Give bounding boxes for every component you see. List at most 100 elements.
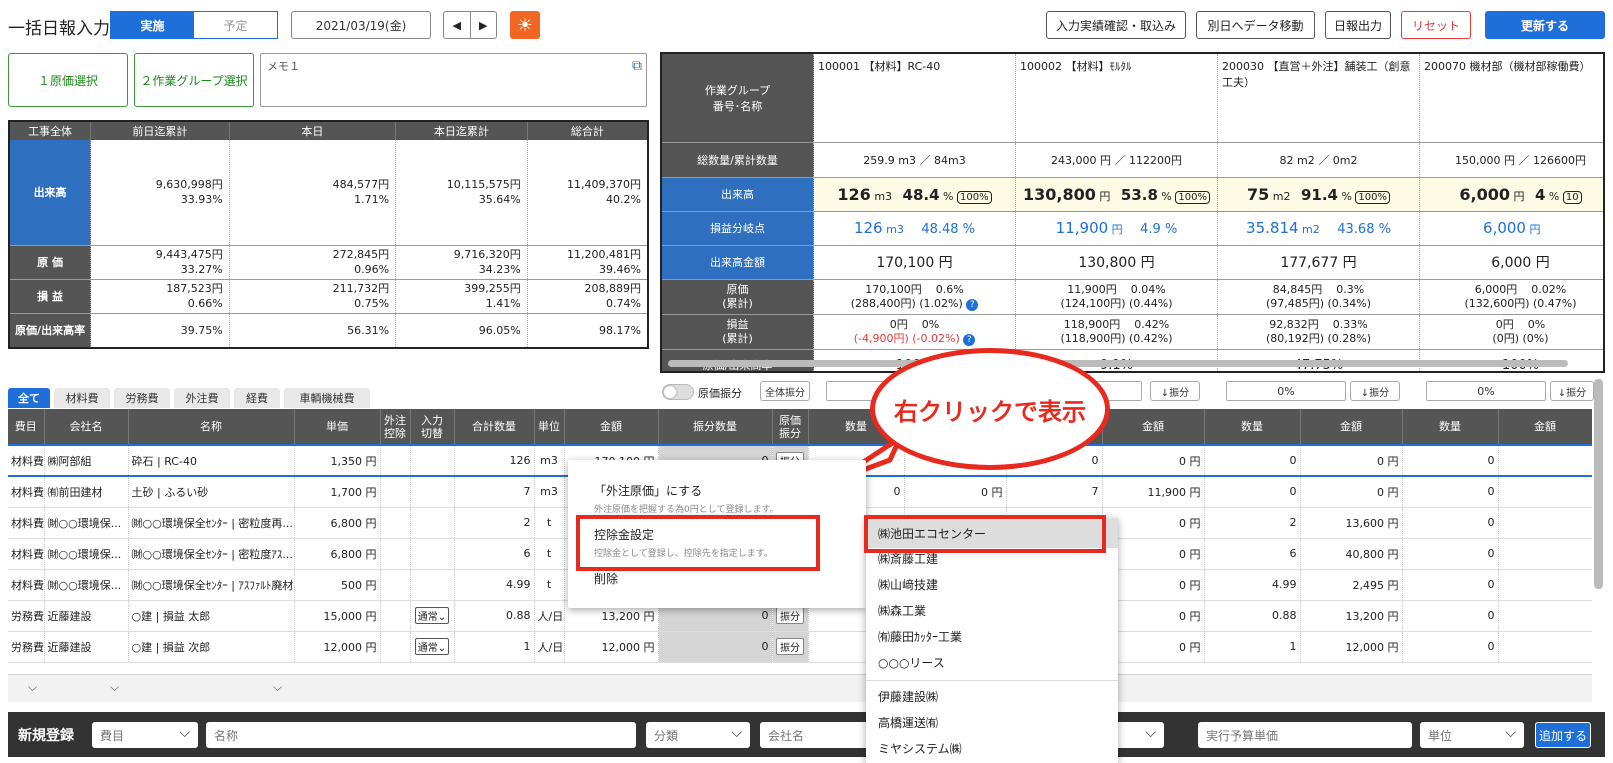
category-placeholder: 費目 [100,728,125,743]
group-select-button[interactable]: ２作業グループ選択 [134,53,254,107]
weather-sun-icon[interactable]: ☀ [510,11,540,39]
progress-pill[interactable]: 100% [1175,190,1210,204]
table-cell: 2 [1204,507,1301,539]
summary-cell: 9,716,320円 34.23% [395,245,528,280]
menu-item-outsourcing-cost[interactable]: 「外注原価」にする [594,482,702,499]
submenu-item[interactable]: ㈱山﨑技建 [878,576,938,593]
submenu-item[interactable]: ㈲藤田ｶｯﾀｰ工業 [878,628,962,645]
add-button[interactable]: 追加する [1535,722,1591,748]
category-select[interactable]: 費目 ⌵ [92,722,198,748]
filter-cat-chevron-icon[interactable]: ⌵ [28,680,37,695]
table-cell: 40,800 円 [1300,538,1403,570]
update-button[interactable]: 更新する [1485,11,1605,39]
alloc-button[interactable]: ↓振分 [1150,381,1200,401]
filter-name-chevron-icon[interactable]: ⌵ [273,680,282,695]
table-cell [410,569,455,601]
table-cell: 土砂 | ふるい砂 [128,476,295,508]
column-header: 金額 [1102,409,1205,445]
menu-item-delete[interactable]: 削除 [594,570,618,587]
table-cell: 通常⌄ [410,600,455,632]
horizontal-scrollbar[interactable] [668,360,1568,367]
group-qty: 82 m2 ／ 0m2 [1217,142,1420,178]
mode-actual-button[interactable]: 実施 [111,12,194,38]
group-column-name: 200070 機材部（機材部稼働費） [1419,54,1603,143]
table-cell: 15,000 円 [294,600,381,632]
alloc-button[interactable]: ↓振分 [1350,381,1400,401]
summary-row-label: 原 価 [9,245,92,280]
help-icon[interactable]: ? [963,333,976,346]
filter-row: ⌵ ⌵ ⌵ [8,674,1592,702]
callout-bubble: 右クリックで表示 [870,348,1110,470]
column-header[interactable]: 名称 [128,409,295,445]
cost-allocation-toggle[interactable] [662,384,694,400]
submenu-item[interactable]: ○○○リース [878,654,945,671]
table-cell: ㈲前田建材 [44,476,129,508]
summary-cell: 11,409,370円 40.2% [527,140,649,246]
unit-select[interactable]: 単位 ⌵ [1420,722,1524,748]
progress-pill[interactable]: 100% [957,190,992,204]
group-amount: 6,000 円 [1419,245,1603,280]
next-day-icon[interactable]: ▶ [471,12,497,38]
mode-plan-button[interactable]: 予定 [194,12,277,38]
tab-material[interactable]: 材料費 [54,388,110,408]
tab-expense[interactable]: 経費 [234,388,280,408]
allocate-button[interactable]: 振分 [776,638,804,655]
table-cell: ㈶○○環境保... [44,538,129,570]
alloc-pct-input[interactable]: 0% [1226,381,1346,401]
submenu-item[interactable]: 伊藤建設㈱ [878,688,938,705]
table-row[interactable]: 労務費 近藤建設 ○建 | 損益 次郎 12,000 円通常⌄ 1 人/日 12,000 円… [8,631,1592,663]
table-cell [1498,507,1592,539]
column-header[interactable]: 会社名 [44,409,129,445]
input-switch-select[interactable]: 通常⌄ [414,607,450,624]
external-link-icon[interactable]: ⧉ [632,58,642,74]
allocate-button[interactable]: 振分 [776,607,804,624]
input-switch-select[interactable]: 通常⌄ [414,638,450,655]
submenu-item[interactable]: 高橋運送㈲ [878,714,938,731]
progress-pill[interactable]: 100% [1355,190,1391,204]
column-header[interactable]: 費目 [8,409,45,445]
alloc-button[interactable]: ↓振分 [1550,381,1594,401]
group-cost: 6,000円 0.02% (132,600円) (0.47%) [1419,279,1603,315]
page-title: 一括日報入力 [8,19,110,39]
mode-toggle[interactable]: 実施 予定 [110,11,278,39]
date-nav: ◀ ▶ [443,11,497,39]
table-cell: 7 [1006,476,1103,508]
unit-placeholder: 単位 [1428,728,1453,743]
table-cell: 労務費 [8,631,45,663]
tab-all[interactable]: 全て [8,388,50,408]
group-label-breakeven: 損益分岐点 [662,211,814,246]
submenu-divider [866,680,1118,681]
submenu-item[interactable]: ㈱森工業 [878,602,926,619]
vertical-scrollbar[interactable] [1594,379,1603,589]
table-cell: 近藤建設 [44,600,129,632]
progress-pill[interactable]: 10 [1562,190,1582,204]
tab-labor[interactable]: 労務費 [114,388,170,408]
confirm-import-button[interactable]: 入力実績確認・取込み [1046,11,1186,39]
group-profit: 92,832円 0.33% (80,192円) (0.28%) [1217,314,1420,350]
summary-row-label: 原価/出来高率 [9,313,92,349]
table-cell: 12,000 円 [564,631,659,663]
class-select[interactable]: 分類 ⌵ [646,722,750,748]
budget-price-input[interactable]: 実行予算単価 [1198,722,1412,748]
alloc-pct-input[interactable]: 0% [1426,381,1546,401]
help-icon[interactable]: ? [966,298,979,311]
all-allocate-button[interactable]: 全体振分 [760,381,810,401]
cost-select-button[interactable]: １原価選択 [8,53,128,107]
table-cell: 0 [1402,444,1499,477]
highlight-submenu-first [864,515,1106,553]
reset-button[interactable]: リセット [1401,11,1471,39]
prev-day-icon[interactable]: ◀ [444,12,471,38]
tab-outsourcing[interactable]: 外注費 [174,388,230,408]
move-data-button[interactable]: 別日へデータ移動 [1196,11,1315,39]
table-cell: 0 [1402,600,1499,632]
submenu-item[interactable]: ミヤシステム㈱ [878,740,962,757]
name-placeholder: 名称 [214,728,239,743]
date-field[interactable]: 2021/03/19(金) [291,11,431,39]
table-cell: 人/日 [534,631,565,663]
memo-field[interactable]: メモ１ ⧉ [260,53,647,107]
name-input[interactable]: 名称 [206,722,636,748]
tab-vehicle[interactable]: 車輌機械費 [284,388,370,408]
table-cell: 1,350 円 [294,444,381,477]
filter-company-chevron-icon[interactable]: ⌵ [110,680,119,695]
report-output-button[interactable]: 日報出力 [1325,11,1391,39]
